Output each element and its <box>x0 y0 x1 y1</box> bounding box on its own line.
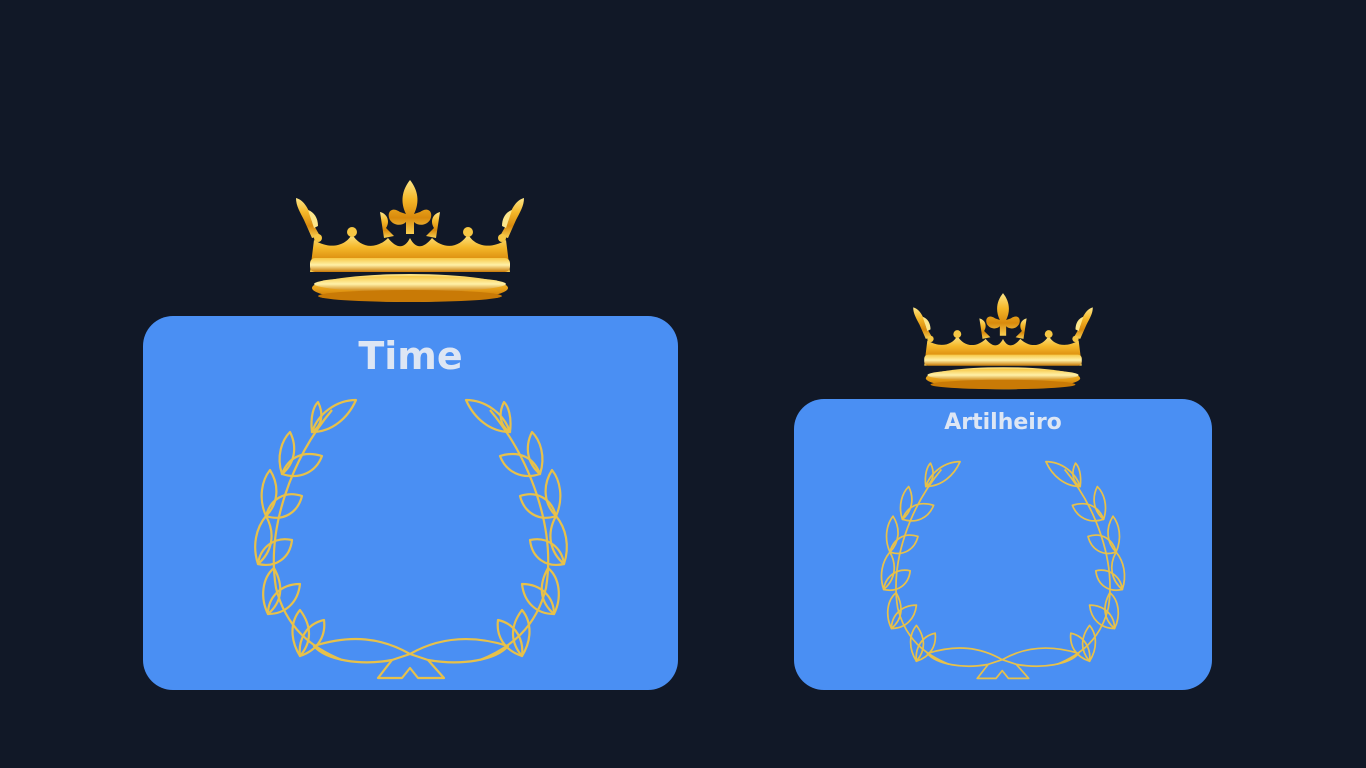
laurel-wreath-icon <box>879 460 1127 680</box>
crown-icon <box>290 176 530 308</box>
card-title: Artilheiro <box>944 410 1062 435</box>
crown-icon <box>908 290 1098 394</box>
page: Time Artilheiro <box>0 0 1366 768</box>
laurel-wreath-icon <box>252 398 570 680</box>
card-title: Time <box>358 334 463 378</box>
